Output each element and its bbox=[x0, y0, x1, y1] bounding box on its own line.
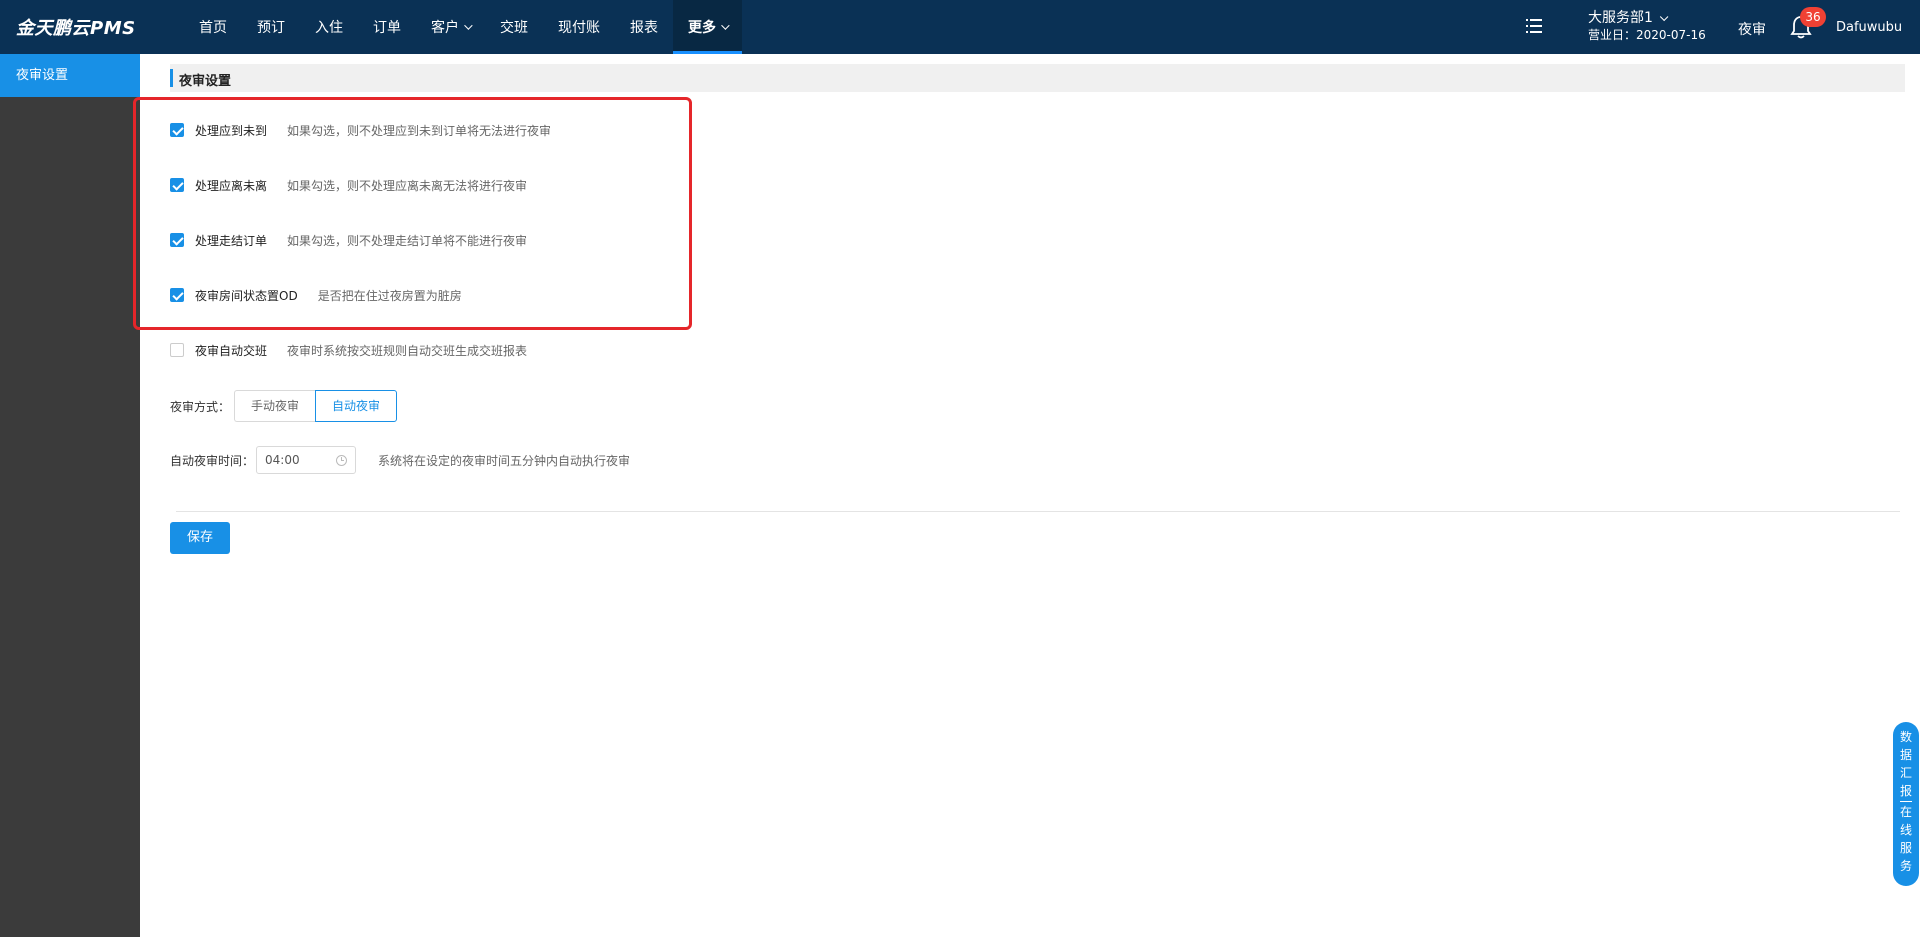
nav-item-label: 订单 bbox=[373, 20, 401, 36]
section-header: 夜审设置 bbox=[170, 64, 1905, 92]
option-row: 夜审自动交班 夜审时系统按交班规则自动交班生成交班报表 bbox=[170, 340, 527, 360]
float-tab-char: 在 bbox=[1899, 805, 1912, 819]
nav-item-home[interactable]: 首页 bbox=[184, 0, 242, 54]
float-tab-char: 务 bbox=[1899, 859, 1912, 873]
option-description: 如果勾选，则不处理应离未离无法将进行夜审 bbox=[287, 178, 528, 193]
option-row: 处理走结订单 如果勾选，则不处理走结订单将不能进行夜审 bbox=[170, 230, 527, 250]
nav-item-label: 报表 bbox=[630, 20, 658, 36]
nav-item-checkin[interactable]: 入住 bbox=[300, 0, 358, 54]
chevron-down-icon bbox=[721, 21, 730, 30]
section-accent-bar bbox=[170, 69, 173, 87]
auto-audit-option[interactable]: 自动夜审 bbox=[315, 390, 398, 422]
nav-item-label: 入住 bbox=[315, 20, 343, 36]
audit-mode-label: 夜审方式： bbox=[170, 399, 231, 414]
float-tab-char: 数 bbox=[1899, 730, 1912, 744]
nav-item-label: 现付账 bbox=[558, 20, 600, 36]
checkbox-auto-shift-handover[interactable] bbox=[170, 343, 184, 357]
float-tab-char: 据 bbox=[1899, 748, 1912, 762]
clock-icon bbox=[336, 454, 348, 466]
top-nav-bar: 金天鹏云PMS 首页 预订 入住 订单 客户 交班 现付账 报表 更多 大服务部… bbox=[0, 0, 1920, 54]
option-label: 处理走结订单 bbox=[195, 233, 268, 248]
nav-item-label: 客户 bbox=[431, 20, 459, 36]
store-selector[interactable]: 大服务部1 营业日：2020-07-16 bbox=[1588, 10, 1706, 44]
option-row: 夜审房间状态置OD 是否把在住过夜房置为脏房 bbox=[170, 285, 462, 305]
float-tab-char: 服 bbox=[1899, 841, 1912, 855]
float-tab-char: 汇 bbox=[1899, 766, 1912, 780]
time-value: 04:00 bbox=[265, 453, 300, 467]
nav-item-reports[interactable]: 报表 bbox=[615, 0, 673, 54]
checkbox-room-status-od[interactable] bbox=[170, 288, 184, 302]
option-row: 处理应到未到 如果勾选，则不处理应到未到订单将无法进行夜审 bbox=[170, 120, 551, 140]
nav-item-cash-account[interactable]: 现付账 bbox=[543, 0, 615, 54]
main-content: 夜审设置 处理应到未到 如果勾选，则不处理应到未到订单将无法进行夜审 处理应离未… bbox=[140, 54, 1920, 937]
option-description: 是否把在住过夜房置为脏房 bbox=[317, 288, 462, 303]
auto-audit-time-description: 系统将在设定的夜审时间五分钟内自动执行夜审 bbox=[378, 453, 631, 468]
business-date: 营业日：2020-07-16 bbox=[1588, 28, 1706, 42]
nav-item-customers[interactable]: 客户 bbox=[416, 0, 485, 54]
nav-item-label: 预订 bbox=[257, 20, 285, 36]
username[interactable]: Dafuwubu bbox=[1836, 20, 1902, 35]
option-label: 夜审自动交班 bbox=[195, 343, 268, 358]
chevron-down-icon bbox=[464, 21, 473, 30]
nav-item-more[interactable]: 更多 bbox=[673, 0, 742, 54]
option-label: 夜审房间状态置OD bbox=[195, 288, 298, 303]
night-audit-link[interactable]: 夜审 bbox=[1738, 19, 1766, 39]
store-name: 大服务部1 bbox=[1588, 10, 1653, 26]
option-row: 处理应离未离 如果勾选，则不处理应离未离无法将进行夜审 bbox=[170, 175, 527, 195]
divider bbox=[176, 511, 1900, 512]
section-title: 夜审设置 bbox=[179, 74, 232, 89]
float-tab-char: 线 bbox=[1899, 823, 1912, 837]
audit-mode-row: 夜审方式： 手动夜审 自动夜审 bbox=[170, 390, 398, 422]
option-description: 如果勾选，则不处理走结订单将不能进行夜审 bbox=[287, 233, 528, 248]
option-description: 如果勾选，则不处理应到未到订单将无法进行夜审 bbox=[287, 123, 552, 138]
list-menu-icon[interactable] bbox=[1526, 19, 1542, 33]
chevron-down-icon bbox=[1659, 12, 1669, 22]
float-tab-char: 报 bbox=[1899, 784, 1912, 798]
nav-item-label: 首页 bbox=[199, 20, 227, 36]
auto-audit-time-label: 自动夜审时间： bbox=[170, 453, 255, 468]
nav-item-label: 更多 bbox=[688, 20, 716, 36]
main-nav: 首页 预订 入住 订单 客户 交班 现付账 报表 更多 bbox=[184, 0, 742, 54]
sidebar-item-night-audit-settings[interactable]: 夜审设置 bbox=[0, 54, 140, 97]
sidebar: 夜审设置 bbox=[0, 54, 140, 937]
nav-item-label: 交班 bbox=[500, 20, 528, 36]
nav-item-booking[interactable]: 预订 bbox=[242, 0, 300, 54]
nav-item-shift[interactable]: 交班 bbox=[485, 0, 543, 54]
nav-item-orders[interactable]: 订单 bbox=[358, 0, 416, 54]
auto-audit-time-input[interactable]: 04:00 bbox=[256, 446, 357, 474]
manual-audit-option[interactable]: 手动夜审 bbox=[234, 390, 316, 422]
app-logo[interactable]: 金天鹏云PMS bbox=[16, 14, 136, 40]
floating-service-tab[interactable]: 数 据 汇 报 在 线 服 务 bbox=[1893, 722, 1919, 886]
notification-badge: 36 bbox=[1800, 7, 1826, 27]
save-button[interactable]: 保存 bbox=[170, 522, 230, 554]
auto-audit-time-row: 自动夜审时间： 04:00 系统将在设定的夜审时间五分钟内自动执行夜审 bbox=[170, 446, 630, 474]
checkbox-handle-overdue-departure[interactable] bbox=[170, 178, 184, 192]
option-description: 夜审时系统按交班规则自动交班生成交班报表 bbox=[287, 343, 528, 358]
checkbox-handle-checkout-orders[interactable] bbox=[170, 233, 184, 247]
checkbox-handle-no-show[interactable] bbox=[170, 123, 184, 137]
float-tab-separator bbox=[1900, 801, 1912, 802]
option-label: 处理应到未到 bbox=[195, 123, 268, 138]
option-label: 处理应离未离 bbox=[195, 178, 268, 193]
audit-mode-toggle: 手动夜审 自动夜审 bbox=[234, 390, 398, 422]
